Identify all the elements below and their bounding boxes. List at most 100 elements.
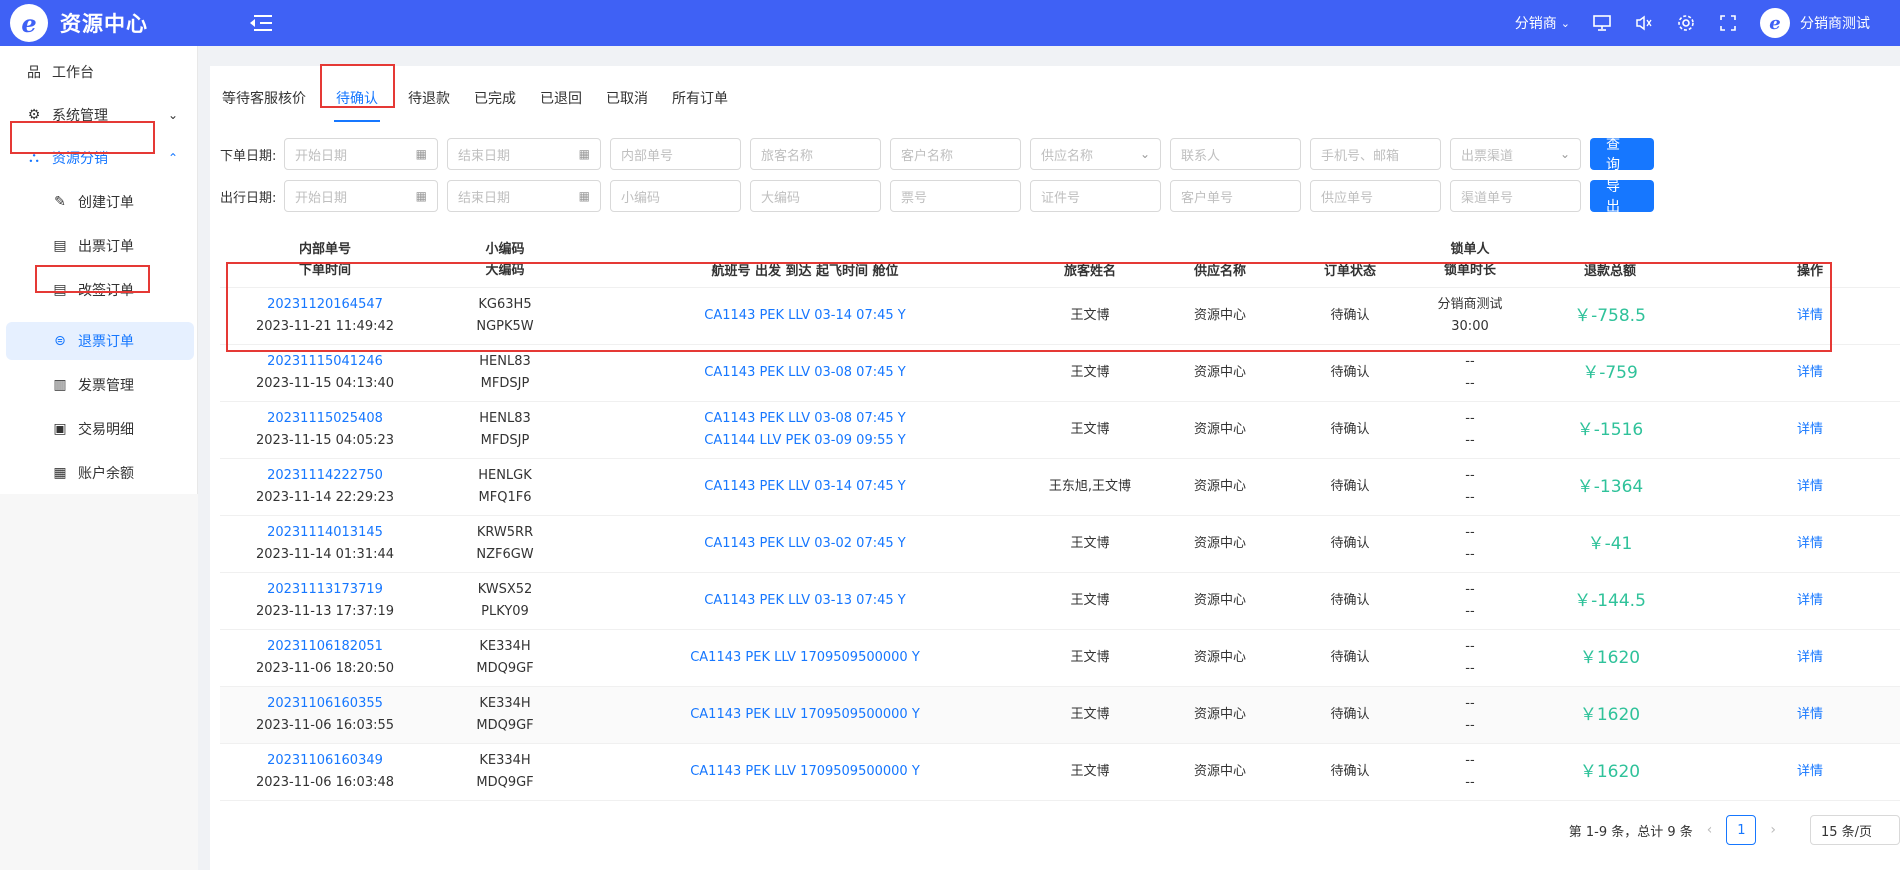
flight-link[interactable]: CA1144 LLV PEK 03-09 09:55 Y — [704, 430, 905, 452]
cell-flight: CA1143 PEK LLV 1709509500000 Y — [600, 630, 1010, 686]
gear-icon[interactable] — [1676, 13, 1696, 33]
travel-start-date-input[interactable]: 开始日期 ▦ — [284, 180, 438, 212]
ticket-no-input[interactable]: 票号 — [890, 180, 1021, 212]
export-button[interactable]: 导 出 — [1590, 179, 1654, 215]
id-no-input[interactable]: 证件号 — [1030, 180, 1161, 212]
tab-pending-refund[interactable]: 待退款 — [396, 66, 462, 128]
phone-email-input[interactable]: 手机号、邮箱 — [1310, 138, 1441, 170]
lock-duration: -- — [1465, 433, 1475, 448]
order-no-link[interactable]: 20231115041246 — [267, 351, 383, 373]
sidebar-item-change-orders[interactable]: ▤ 改签订单 — [0, 269, 198, 311]
col-internal-no: 内部单号 下单时间 — [250, 232, 400, 288]
big-code: NZF6GW — [476, 547, 534, 562]
order-date-label: 下单日期: — [220, 148, 277, 164]
page-size-label: 15 条/页 — [1821, 824, 1873, 840]
sidebar-item-system[interactable]: ⚙ 系统管理 ⌄ — [0, 94, 198, 136]
menu-fold-icon[interactable] — [250, 14, 272, 32]
flight-link[interactable]: CA1143 PEK LLV 1709509500000 Y — [690, 761, 920, 783]
page-number-button[interactable]: 1 — [1726, 815, 1757, 845]
detail-link[interactable]: 详情 — [1797, 419, 1823, 441]
order-no-link[interactable]: 20231113173719 — [267, 579, 383, 601]
detail-link[interactable]: 详情 — [1797, 533, 1823, 555]
channel-order-no-input[interactable]: 渠道单号 — [1450, 180, 1581, 212]
cell-flight: CA1143 PEK LLV 03-08 07:45 Y CA1144 LLV … — [600, 402, 1010, 458]
channel-select[interactable]: 出票渠道 ⌄ — [1450, 138, 1581, 170]
order-no-link[interactable]: 20231120164547 — [267, 294, 383, 316]
contact-input[interactable]: 联系人 — [1170, 138, 1301, 170]
sidebar-item-label: 退票订单 — [78, 334, 134, 350]
order-no-link[interactable]: 20231114013145 — [267, 522, 383, 544]
order-no-link[interactable]: 20231115025408 — [267, 408, 383, 430]
order-no-link[interactable]: 20231114222750 — [267, 465, 383, 487]
pencil-icon: ✎ — [54, 194, 66, 210]
flight-link[interactable]: CA1143 PEK LLV 03-08 07:45 Y — [704, 362, 905, 384]
query-button[interactable]: 查 询 — [1590, 137, 1654, 173]
flight-link[interactable]: CA1143 PEK LLV 03-08 07:45 Y — [704, 408, 905, 430]
detail-link[interactable]: 详情 — [1797, 761, 1823, 783]
flight-link[interactable]: CA1143 PEK LLV 03-02 07:45 Y — [704, 533, 905, 555]
refund-amount: ￥1620 — [1579, 762, 1641, 782]
small-code: HENL83 — [479, 354, 531, 369]
order-no-link[interactable]: 20231106160349 — [267, 750, 383, 772]
contact-placeholder: 联系人 — [1181, 148, 1221, 164]
detail-link[interactable]: 详情 — [1797, 647, 1823, 669]
flight-link[interactable]: CA1143 PEK LLV 03-14 07:45 Y — [704, 305, 905, 327]
customer-name-input[interactable]: 客户名称 — [890, 138, 1021, 170]
col-refund-total: 退款总额 — [1540, 232, 1680, 288]
flight-link[interactable]: CA1143 PEK LLV 1709509500000 Y — [690, 704, 920, 726]
passenger-name: 王文博 — [1070, 422, 1110, 437]
supplier-order-no-input[interactable]: 供应单号 — [1310, 180, 1441, 212]
role-select[interactable]: 分销商 ⌄ — [1515, 13, 1570, 33]
small-code-input[interactable]: 小编码 — [610, 180, 741, 212]
order-time: 2023-11-15 04:13:40 — [255, 376, 395, 391]
flight-link[interactable]: CA1143 PEK LLV 03-14 07:45 Y — [704, 476, 905, 498]
sidebar-item-balance[interactable]: ▦ 账户余额 — [0, 452, 198, 494]
volume-icon[interactable] — [1634, 13, 1654, 33]
cell-amount: ￥1620 — [1540, 687, 1680, 743]
order-no-link[interactable]: 20231106182051 — [267, 636, 383, 658]
detail-link[interactable]: 详情 — [1797, 590, 1823, 612]
sidebar-item-resource-distribution[interactable]: ⛬ 资源分销 ⌃ — [0, 137, 198, 179]
user-menu[interactable]: e 分销商测试 — [1760, 8, 1870, 38]
tab-pending-price[interactable]: 等待客服核价 — [210, 66, 318, 128]
tab-cancelled[interactable]: 已取消 — [594, 66, 660, 128]
order-status: 待确认 — [1330, 422, 1370, 437]
flight-link[interactable]: CA1143 PEK LLV 1709509500000 Y — [690, 647, 920, 669]
sidebar-item-transactions[interactable]: ▣ 交易明细 — [0, 408, 198, 450]
tab-pending-confirm[interactable]: 待确认 — [318, 66, 396, 128]
cell-action: 详情 — [1750, 744, 1870, 800]
sidebar-item-invoice[interactable]: ▥ 发票管理 — [0, 364, 198, 406]
passenger-name-input[interactable]: 旅客名称 — [750, 138, 881, 170]
main-panel: 等待客服核价 待确认 待退款 已完成 已退回 已取消 所有订单 下单日期: 开始… — [210, 66, 1900, 870]
lock-duration: -- — [1465, 490, 1475, 505]
detail-link[interactable]: 详情 — [1797, 476, 1823, 498]
tab-completed[interactable]: 已完成 — [462, 66, 528, 128]
locker-name: -- — [1465, 525, 1475, 540]
detail-link[interactable]: 详情 — [1797, 362, 1823, 384]
tab-all-orders[interactable]: 所有订单 — [660, 66, 740, 128]
page-size-select[interactable]: 15 条/页 — [1810, 815, 1900, 845]
big-code-input[interactable]: 大编码 — [750, 180, 881, 212]
supplier-select[interactable]: 供应名称 ⌄ — [1030, 138, 1161, 170]
internal-no-input[interactable]: 内部单号 — [610, 138, 741, 170]
sidebar-item-create-order[interactable]: ✎ 创建订单 — [0, 181, 198, 223]
customer-order-no-input[interactable]: 客户单号 — [1170, 180, 1301, 212]
monitor-icon[interactable] — [1592, 13, 1612, 33]
tab-returned[interactable]: 已退回 — [528, 66, 594, 128]
chevron-left-icon[interactable]: ‹ — [1707, 822, 1713, 838]
fullscreen-icon[interactable] — [1718, 13, 1738, 33]
travel-end-date-input[interactable]: 结束日期 ▦ — [447, 180, 601, 212]
sidebar-item-ticket-orders[interactable]: ▤ 出票订单 — [0, 225, 198, 267]
chevron-right-icon[interactable]: › — [1770, 822, 1776, 838]
order-no-link[interactable]: 20231106160355 — [267, 693, 383, 715]
sidebar-item-workbench[interactable]: 品 工作台 — [0, 51, 198, 93]
order-start-date-input[interactable]: 开始日期 ▦ — [284, 138, 438, 170]
lock-duration: -- — [1465, 718, 1475, 733]
order-time: 2023-11-06 16:03:55 — [255, 718, 395, 733]
flight-link[interactable]: CA1143 PEK LLV 03-13 07:45 Y — [704, 590, 905, 612]
detail-link[interactable]: 详情 — [1797, 305, 1823, 327]
detail-link[interactable]: 详情 — [1797, 704, 1823, 726]
order-end-date-input[interactable]: 结束日期 ▦ — [447, 138, 601, 170]
sidebar-item-refund-orders[interactable]: ⊜ 退票订单 — [6, 322, 194, 360]
filter-row-order-date: 下单日期: 开始日期 ▦ 结束日期 ▦ 内部单号 旅客名称 客户名称 供应名称 ⌄ 联… — [220, 137, 1654, 173]
